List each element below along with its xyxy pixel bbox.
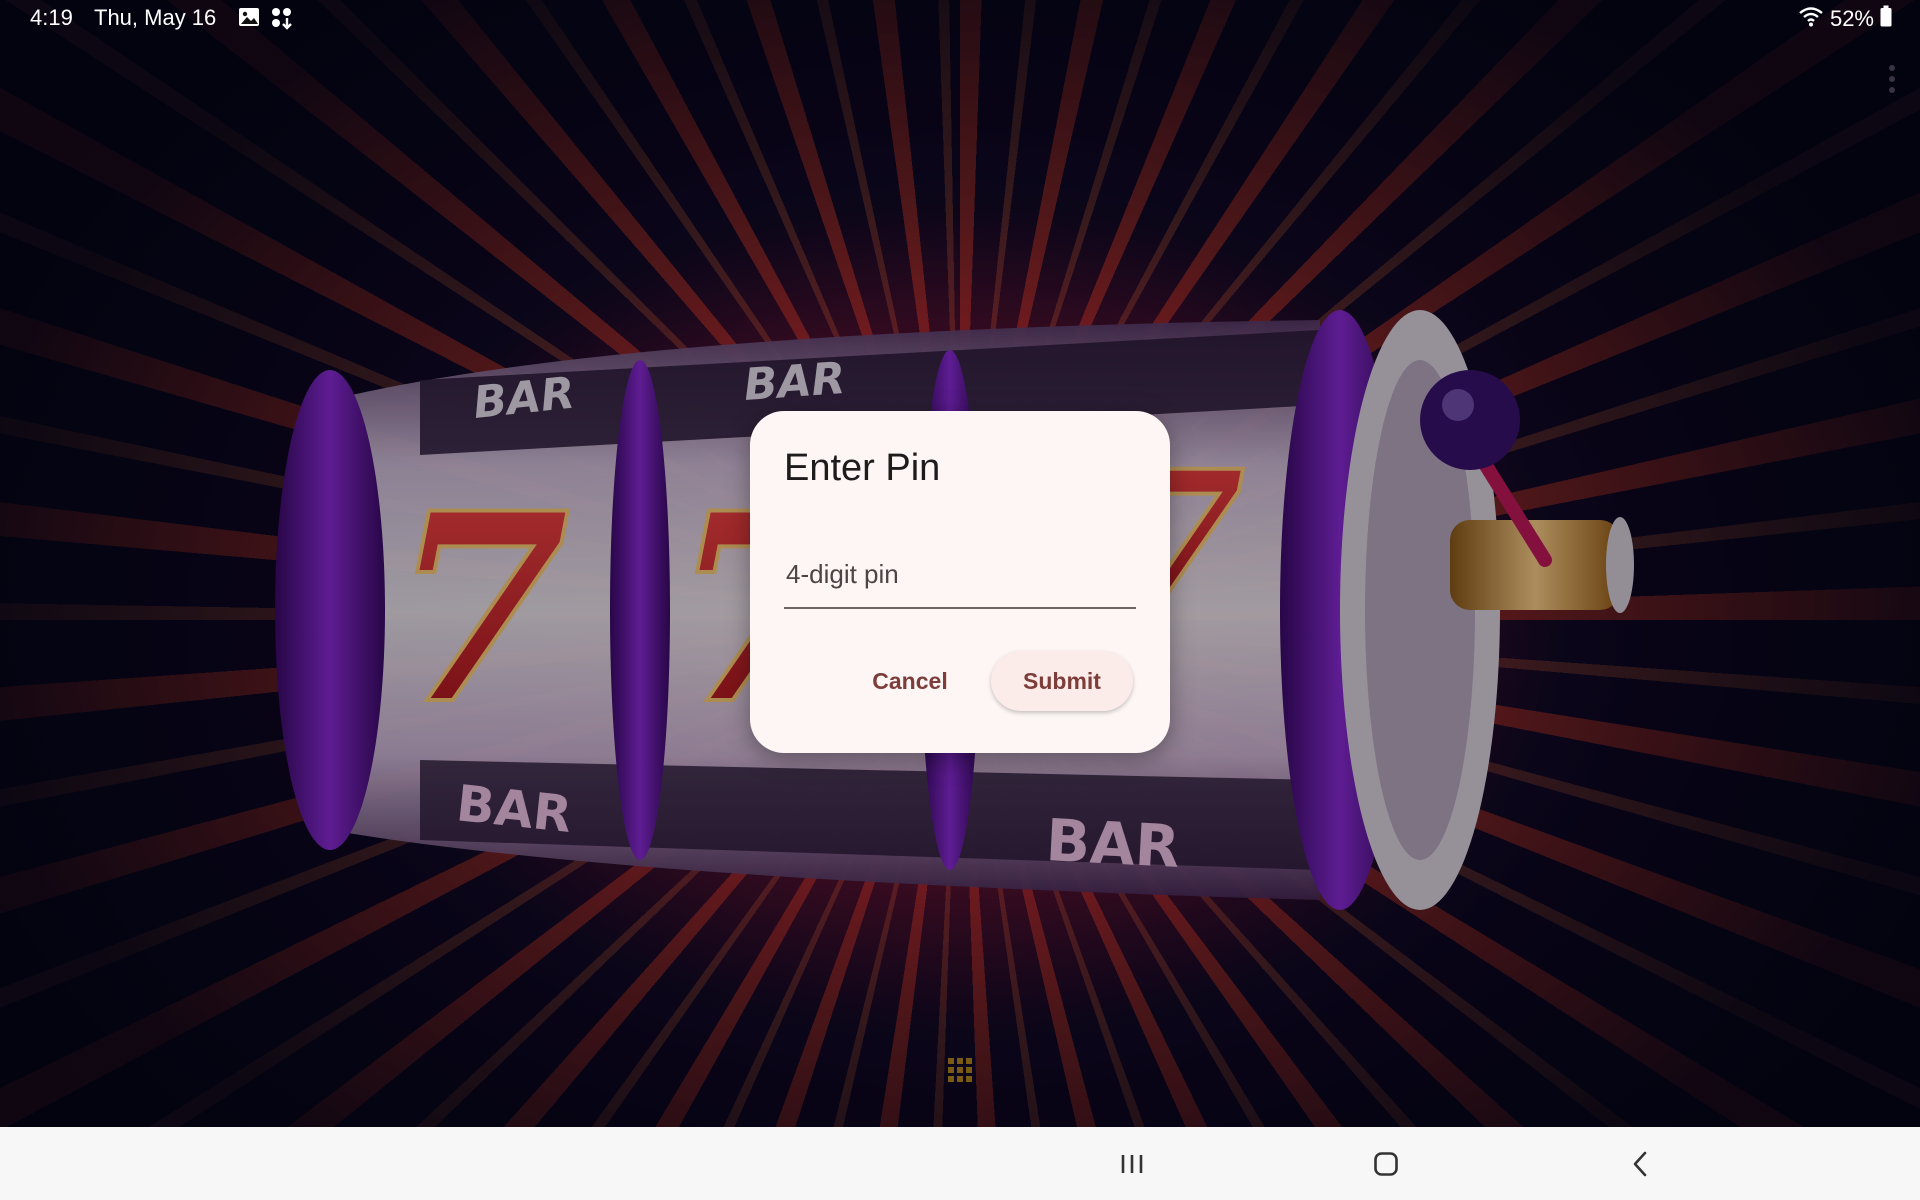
status-bar: 4:19 Thu, May 16 52%	[0, 0, 1920, 36]
enter-pin-dialog: Enter Pin Cancel Submit	[750, 411, 1170, 753]
back-icon[interactable]	[1616, 1141, 1664, 1187]
navigation-bar	[0, 1127, 1920, 1200]
dialog-title: Enter Pin	[784, 447, 941, 489]
cancel-button[interactable]: Cancel	[860, 651, 960, 711]
battery-icon	[1880, 5, 1892, 33]
pin-input[interactable]	[784, 541, 1136, 609]
status-right-group: 52%	[1798, 5, 1892, 33]
submit-button[interactable]: Submit	[991, 651, 1133, 711]
gallery-icon	[238, 6, 260, 34]
app-grid-icon[interactable]	[947, 1057, 973, 1083]
recents-icon[interactable]	[1108, 1141, 1156, 1187]
battery-percent: 52%	[1829, 6, 1874, 31]
apps-notification-icon	[270, 6, 294, 36]
status-time: 4:19	[30, 5, 73, 30]
overflow-menu-icon[interactable]	[1888, 64, 1896, 94]
home-icon[interactable]	[1362, 1141, 1410, 1187]
wifi-icon	[1798, 5, 1824, 33]
status-date: Thu, May 16	[94, 5, 217, 30]
